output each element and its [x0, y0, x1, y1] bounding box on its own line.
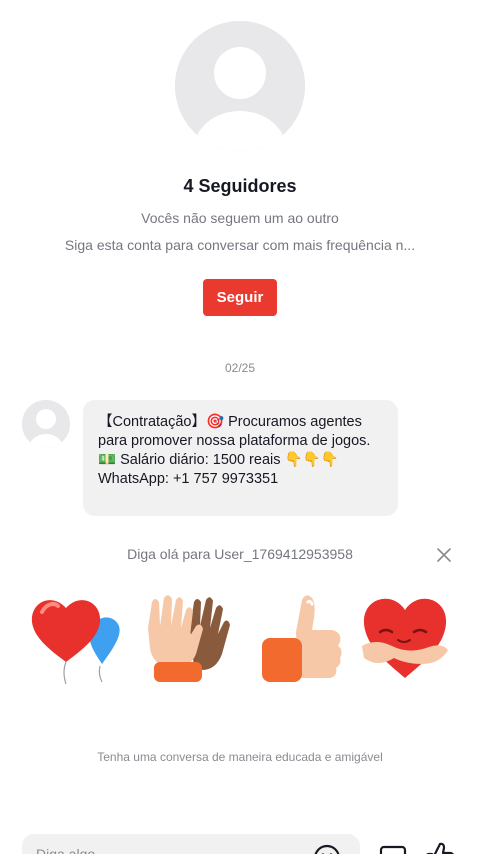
profile-avatar[interactable]: [175, 21, 305, 151]
greeting-prompt: Diga olá para User_1769412953958: [127, 546, 353, 562]
chat-screen: 4 Seguidores Vocês não seguem um ao outr…: [0, 0, 480, 854]
follow-button[interactable]: Seguir: [203, 279, 277, 316]
etiquette-notice: Tenha uma conversa de maneira educada e …: [97, 750, 383, 764]
close-icon[interactable]: [433, 544, 455, 566]
heart-balloons-sticker[interactable]: [28, 588, 126, 686]
message-input-container[interactable]: [22, 834, 360, 854]
sticker-row: [0, 588, 480, 688]
message-input[interactable]: [36, 846, 296, 854]
heart-hug-sticker[interactable]: [356, 588, 454, 686]
message-bubble[interactable]: 【Contratação】🎯 Procuramos agentes para p…: [83, 400, 398, 516]
high-five-hands-sticker[interactable]: [140, 588, 238, 686]
relationship-status: Vocês não seguem um ao outro: [141, 210, 339, 226]
thumbs-up-sticker[interactable]: [252, 588, 350, 686]
follow-hint: Siga esta conta para conversar com mais …: [64, 237, 416, 253]
default-avatar-icon: [175, 21, 305, 151]
date-separator: 02/25: [224, 361, 256, 375]
default-avatar-icon: [22, 400, 70, 448]
followers-count: 4 Seguidores: [183, 176, 297, 196]
thumbs-up-icon[interactable]: [424, 840, 456, 854]
sender-avatar[interactable]: [22, 400, 70, 448]
message-text: 【Contratação】🎯 Procuramos agentes para p…: [98, 414, 375, 487]
image-icon[interactable]: [378, 843, 408, 854]
emoji-icon[interactable]: [312, 843, 342, 854]
